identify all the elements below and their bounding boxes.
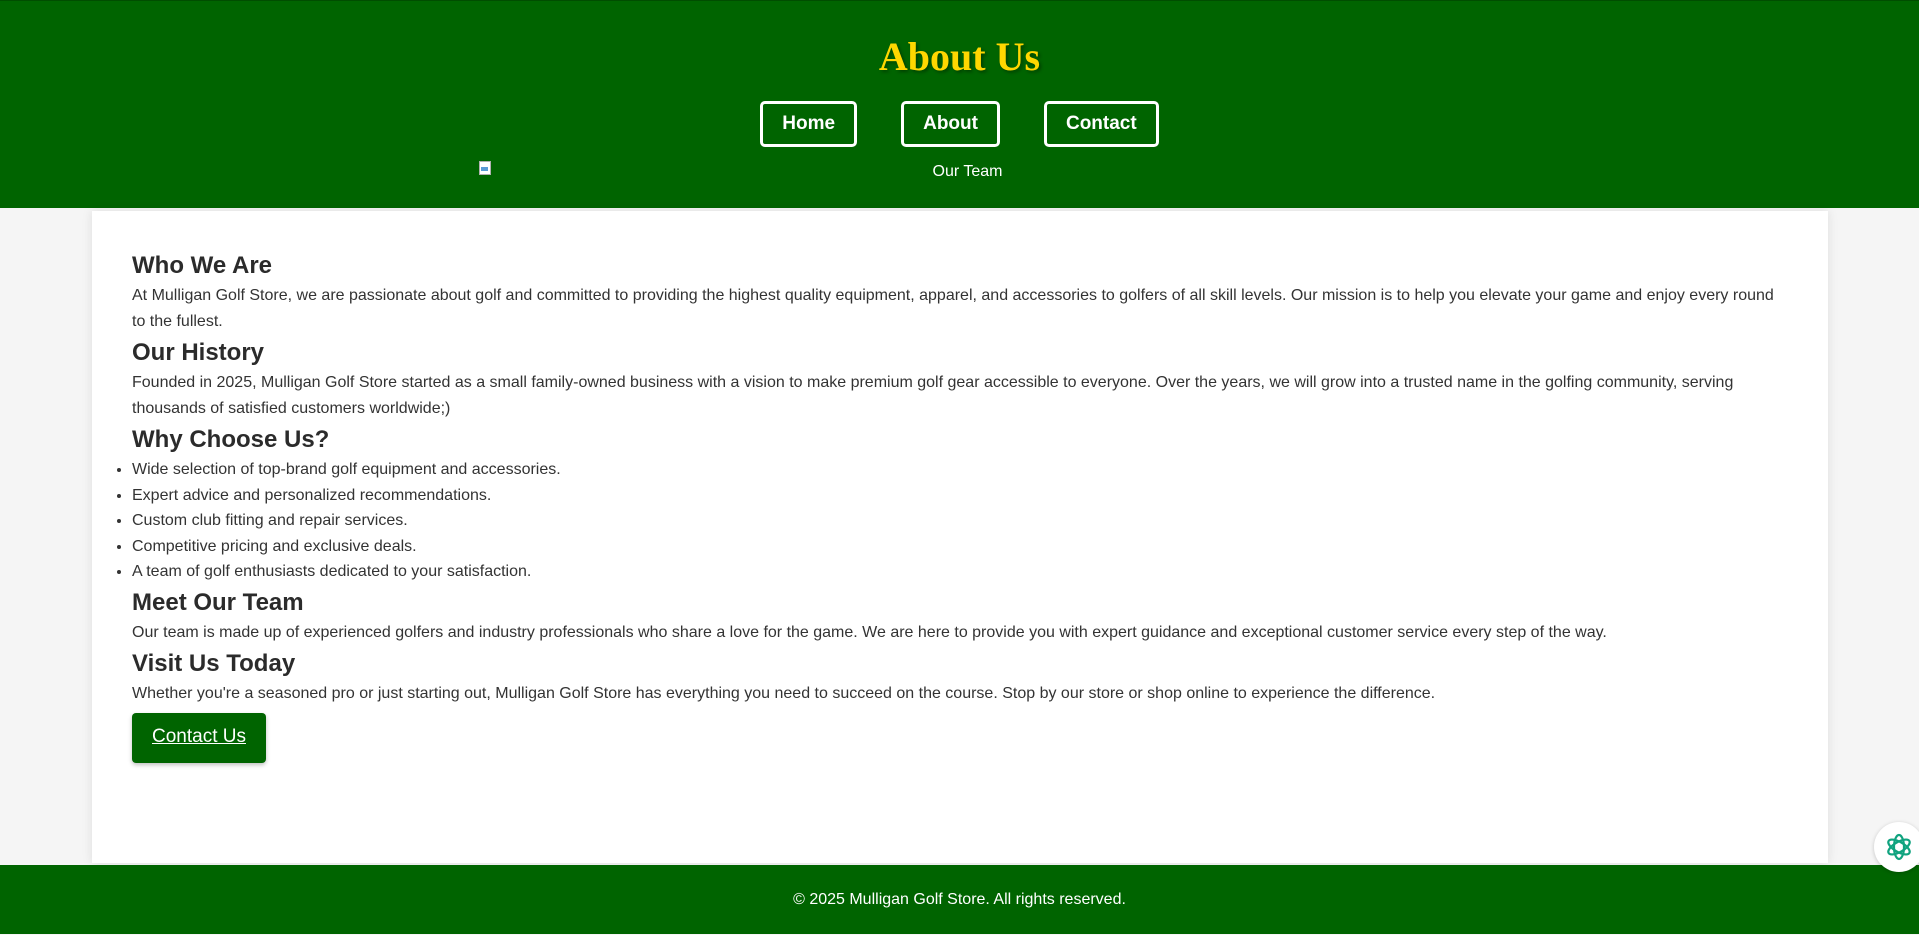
list-item: Competitive pricing and exclusive deals. [132,534,1788,560]
section-heading-why-choose-us: Why Choose Us? [132,426,330,453]
copyright-text: © 2025 Mulligan Golf Store. All rights r… [793,891,1126,908]
about-content: Who We Are At Mulligan Golf Store, we ar… [92,211,1828,863]
list-item: A team of golf enthusiasts dedicated to … [132,559,1788,585]
nav-about-link[interactable]: About [901,101,1000,147]
section-heading-visit-us: Visit Us Today [132,649,296,677]
nav-contact-link[interactable]: Contact [1043,101,1159,147]
team-image-alt-text: Our Team [932,163,1003,180]
page-title: About Us [878,34,1041,79]
main-nav: Home About Contact [0,101,1919,147]
site-header: About Us Home About Contact Our Team [0,0,1919,208]
section-text-who-we-are: At Mulligan Golf Store, we are passionat… [132,287,1774,330]
assistant-button[interactable] [1874,822,1919,872]
section-text-meet-our-team: Our team is made up of experienced golfe… [132,623,1607,641]
list-item: Expert advice and personalized recommend… [132,483,1788,509]
section-heading-meet-our-team: Meet Our Team [132,588,304,616]
list-item: Wide selection of top-brand golf equipme… [132,457,1788,483]
assistant-icon [1887,833,1911,861]
section-text-history: Founded in 2025, Mulligan Golf Store sta… [132,374,1734,417]
site-footer: © 2025 Mulligan Golf Store. All rights r… [0,865,1919,934]
why-choose-us-list: Wide selection of top-brand golf equipme… [132,457,1788,585]
section-heading-who-we-are: Who We Are [132,252,273,279]
nav-home-link[interactable]: Home [760,101,858,147]
contact-us-button[interactable]: Contact Us [132,712,266,763]
section-heading-history: Our History [132,339,265,366]
section-text-visit-us: Whether you're a seasoned pro or just st… [132,684,1436,702]
list-item: Custom club fitting and repair services. [132,508,1788,534]
